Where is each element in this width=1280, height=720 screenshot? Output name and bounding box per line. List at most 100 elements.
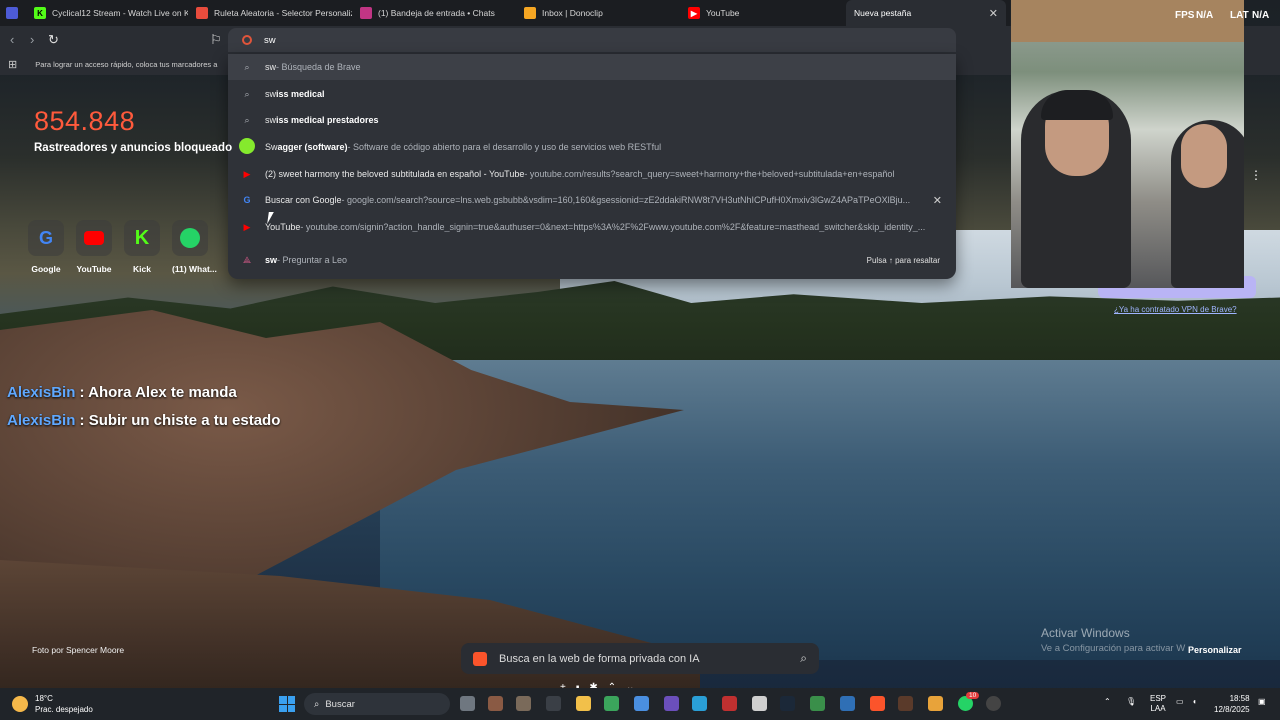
tab-strip: K Cyclical12 Stream - Watch Live on Ki R… <box>0 0 1010 26</box>
close-icon[interactable]: ✕ <box>989 7 998 20</box>
app-icon[interactable] <box>840 696 855 711</box>
microphone-icon[interactable]: 🎙 <box>1126 697 1136 706</box>
app-icon[interactable] <box>928 696 943 711</box>
suggestion-item[interactable]: Sw agger (software) - Software de código … <box>228 134 956 160</box>
suggestion-item[interactable]: ▶ (2) sweet harmony the beloved subtitul… <box>228 161 956 187</box>
app-icon[interactable] <box>488 696 503 711</box>
chat-message: AlexisBin : Ahora Alex te manda <box>7 384 237 401</box>
address-input[interactable]: sw <box>264 35 276 46</box>
fps-value: N/A <box>1196 10 1214 21</box>
taskbar-clock[interactable]: 18:58 12/8/2025 <box>1214 693 1250 715</box>
app-icon[interactable] <box>898 696 913 711</box>
tab-ruleta[interactable]: Ruleta Aleatoria - Selector Personaliz <box>188 0 352 26</box>
google-icon: G <box>243 195 251 205</box>
lat-label: LAT <box>1230 10 1249 21</box>
top-site-label: YouTube <box>76 264 112 274</box>
top-site-label: Kick <box>133 264 151 274</box>
address-bar[interactable]: sw <box>228 28 956 52</box>
trackers-blocked-label: Rastreadores y anuncios bloqueado <box>34 142 233 154</box>
trackers-blocked-count: 854.848 <box>34 106 136 136</box>
search-icon[interactable]: ⌕ <box>800 651 807 666</box>
weather-icon <box>12 696 28 712</box>
suggestion-title: (2) sweet harmony the beloved subtitulad… <box>265 169 525 179</box>
suggestion-item[interactable]: G Buscar con Google - google.com/search?… <box>228 187 956 213</box>
tab-youtube[interactable]: ▶ YouTube <box>680 0 846 26</box>
top-site-whatsapp[interactable]: (11) What... <box>172 220 217 274</box>
back-arrow-icon[interactable]: ‹ <box>10 32 14 47</box>
bookmarks-hint: Para lograr un acceso rápido, coloca tus… <box>35 59 218 69</box>
tab-donoclip[interactable]: Inbox | Donoclip <box>516 0 680 26</box>
private-search-box[interactable]: Busca en la web de forma privada con IA … <box>461 643 819 674</box>
suggestion-sub: - Software de código abierto para el des… <box>347 142 662 152</box>
app-icon[interactable] <box>692 696 707 711</box>
chat-text: : Subir un chiste a tu estado <box>75 412 281 429</box>
tab-title: Cyclical12 Stream - Watch Live on Ki <box>52 8 188 18</box>
app-icon[interactable] <box>546 696 561 711</box>
suggestion-item[interactable]: ⌕ sw iss medical prestadores <box>228 107 956 133</box>
bookmark-icon[interactable]: ⚐ <box>210 32 222 48</box>
app-icon[interactable] <box>752 696 767 711</box>
omnibox-suggestions: ⌕ sw - Búsqueda de Brave ⌕ sw iss medical… <box>228 54 956 279</box>
more-options-icon[interactable]: ⋮ <box>1250 168 1262 182</box>
tab-title: (1) Bandeja de entrada • Chats <box>378 8 495 18</box>
tab-kick[interactable]: K Cyclical12 Stream - Watch Live on Ki <box>26 0 188 26</box>
forward-arrow-icon[interactable]: › <box>30 32 34 47</box>
notification-icon[interactable]: ▣ <box>1258 697 1266 706</box>
suggestion-typed: sw <box>265 255 278 265</box>
taskbar-search-label: Buscar <box>325 698 355 710</box>
brave-icon[interactable] <box>870 696 885 711</box>
top-site-youtube[interactable]: YouTube <box>76 220 112 274</box>
obs-icon[interactable] <box>986 696 1001 711</box>
tab-menu-button[interactable] <box>0 0 26 26</box>
app-icon[interactable] <box>810 696 825 711</box>
task-view-icon[interactable] <box>460 696 475 711</box>
top-sites: G Google YouTube K Kick (11) What... <box>28 220 217 274</box>
kick-icon: K <box>124 220 160 256</box>
instagram-icon <box>360 7 372 19</box>
file-explorer-icon[interactable] <box>576 696 591 711</box>
photo-credit[interactable]: Foto por Spencer Moore <box>32 645 124 655</box>
app-icon[interactable] <box>604 696 619 711</box>
webcam-ceiling <box>1011 0 1244 42</box>
chevron-up-icon[interactable]: ⌃ <box>1104 697 1111 706</box>
suggestion-item[interactable]: ⟁ sw - Preguntar a Leo Pulsa ↑ para resa… <box>228 247 956 273</box>
suggestion-item[interactable]: ⌕ sw - Búsqueda de Brave <box>228 54 956 80</box>
tab-new-tab[interactable]: Nueva pestaña ✕ <box>846 0 1006 26</box>
youtube-icon: ▶ <box>243 168 251 179</box>
top-site-google[interactable]: G Google <box>28 220 64 274</box>
vpn-link[interactable]: ¿Ya ha contratado VPN de Brave? <box>1114 305 1237 314</box>
suggestion-item[interactable]: ⌕ sw iss medical <box>228 81 956 107</box>
webcam-cap <box>1041 90 1113 120</box>
windows-activation-title: Activar Windows <box>1041 626 1130 640</box>
tab-title: Ruleta Aleatoria - Selector Personaliz <box>214 8 352 18</box>
customize-button[interactable]: Personalizar <box>1188 645 1242 655</box>
steam-icon[interactable] <box>780 696 795 711</box>
reload-icon[interactable]: ↻ <box>48 32 59 48</box>
volume-icon[interactable]: ◖ <box>1192 697 1197 706</box>
windows-start-icon[interactable] <box>279 696 295 712</box>
taskbar-search[interactable]: ⌕ Buscar <box>304 693 450 715</box>
tab-title: YouTube <box>706 8 740 18</box>
language-indicator[interactable]: ESP LAA <box>1150 694 1166 714</box>
clock-time: 18:58 <box>1229 694 1250 703</box>
keyboard-hint: Pulsa ↑ para resaltar <box>866 255 940 265</box>
suggestion-completion: agger (software) <box>277 142 348 152</box>
suggestion-typed: sw <box>265 89 276 99</box>
donoclip-icon <box>524 7 536 19</box>
apps-grid-icon[interactable]: ⊞ <box>8 58 17 71</box>
weather-desc: Prac. despejado <box>35 705 93 714</box>
tab-instagram[interactable]: (1) Bandeja de entrada • Chats <box>352 0 516 26</box>
app-icon[interactable] <box>634 696 649 711</box>
suggestion-url: - youtube.com/signin?action_handle_signi… <box>300 222 926 232</box>
app-icon[interactable] <box>664 696 679 711</box>
suggestion-item[interactable]: ▶ YouTube - youtube.com/signin?action_ha… <box>228 214 956 240</box>
remove-suggestion-icon[interactable]: ✕ <box>933 194 942 207</box>
network-icon[interactable]: ▭ <box>1176 697 1184 706</box>
search-icon: ⌕ <box>244 114 250 125</box>
weather-widget[interactable]: 18°C Prac. despejado <box>12 693 93 715</box>
app-icon[interactable] <box>516 696 531 711</box>
app-icon[interactable] <box>722 696 737 711</box>
top-site-kick[interactable]: K Kick <box>124 220 160 274</box>
wheel-icon <box>196 7 208 19</box>
chat-text: : Ahora Alex te manda <box>75 384 237 401</box>
